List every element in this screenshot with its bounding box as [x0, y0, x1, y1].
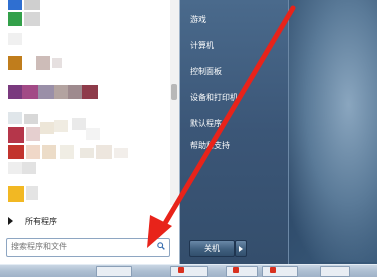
taskbar-button[interactable]	[170, 266, 208, 277]
blurred-program-icon[interactable]	[8, 127, 24, 143]
blurred-program-icon[interactable]	[8, 186, 24, 202]
all-programs-item[interactable]: 所有程序	[8, 213, 57, 229]
menu-item-default-programs[interactable]: 默认程序	[190, 118, 222, 129]
blurred-program-icon[interactable]	[24, 114, 38, 124]
blurred-program-icon[interactable]	[8, 85, 22, 99]
blurred-program-icon[interactable]	[26, 127, 40, 141]
search-icon[interactable]	[157, 242, 165, 250]
blurred-program-icon[interactable]	[40, 122, 54, 134]
blurred-program-icon[interactable]	[72, 118, 86, 130]
blurred-program-icon[interactable]	[82, 85, 98, 99]
blurred-program-icon[interactable]	[54, 85, 68, 99]
blurred-program-icon[interactable]	[54, 120, 68, 132]
menu-item-help-support[interactable]: 帮助和支持	[190, 140, 230, 151]
menu-item-games[interactable]: 游戏	[190, 14, 206, 25]
search-field[interactable]	[6, 238, 170, 257]
blurred-program-icon[interactable]	[8, 145, 24, 159]
all-programs-label: 所有程序	[25, 216, 57, 226]
menu-item-control-panel[interactable]: 控制面板	[190, 66, 222, 77]
blurred-program-icon[interactable]	[22, 162, 36, 174]
blurred-program-icon[interactable]	[36, 56, 50, 70]
blurred-program-icon[interactable]	[96, 145, 112, 159]
blurred-program-icon[interactable]	[42, 145, 56, 159]
triangle-right-icon	[8, 217, 13, 225]
blurred-program-icon[interactable]	[24, 12, 40, 26]
shutdown-options-button[interactable]	[235, 240, 247, 257]
blurred-program-icon[interactable]	[26, 186, 38, 200]
taskbar-button[interactable]	[320, 266, 350, 277]
taskbar-button[interactable]	[262, 266, 298, 277]
blurred-program-icon[interactable]	[8, 56, 22, 70]
blurred-program-icon[interactable]	[8, 33, 22, 45]
blurred-program-icon[interactable]	[86, 128, 100, 140]
taskbar-button[interactable]	[96, 266, 132, 277]
shutdown-button[interactable]: 关机	[189, 240, 235, 257]
blurred-program-icon[interactable]	[60, 145, 74, 159]
menu-item-computer[interactable]: 计算机	[190, 40, 214, 51]
taskbar-app-icon[interactable]	[178, 267, 184, 273]
taskbar-button[interactable]	[226, 266, 258, 277]
blurred-program-icon[interactable]	[52, 58, 62, 68]
start-menu: 所有程序 游戏 计算机 控制面板 设备和打印机 默认程序 帮助和支持 关机	[0, 0, 300, 265]
blurred-program-icon[interactable]	[8, 0, 22, 10]
blurred-program-icon[interactable]	[24, 0, 40, 10]
blurred-program-icon[interactable]	[8, 12, 22, 26]
search-input[interactable]	[7, 239, 151, 254]
blurred-program-icon[interactable]	[68, 85, 82, 99]
blurred-program-icon[interactable]	[8, 112, 22, 124]
blurred-program-icon[interactable]	[38, 85, 54, 99]
taskbar-app-icon[interactable]	[270, 267, 276, 273]
programs-scrollbar-track[interactable]	[170, 0, 179, 205]
blurred-program-icon[interactable]	[26, 145, 40, 159]
blurred-program-icon[interactable]	[80, 148, 94, 158]
taskbar-app-icon[interactable]	[233, 267, 239, 273]
blurred-program-icon[interactable]	[114, 148, 128, 158]
programs-scrollbar-thumb[interactable]	[171, 84, 177, 100]
menu-item-devices-printers[interactable]: 设备和打印机	[190, 92, 238, 103]
blurred-program-icon[interactable]	[22, 85, 38, 99]
blurred-program-icon[interactable]	[8, 162, 22, 174]
